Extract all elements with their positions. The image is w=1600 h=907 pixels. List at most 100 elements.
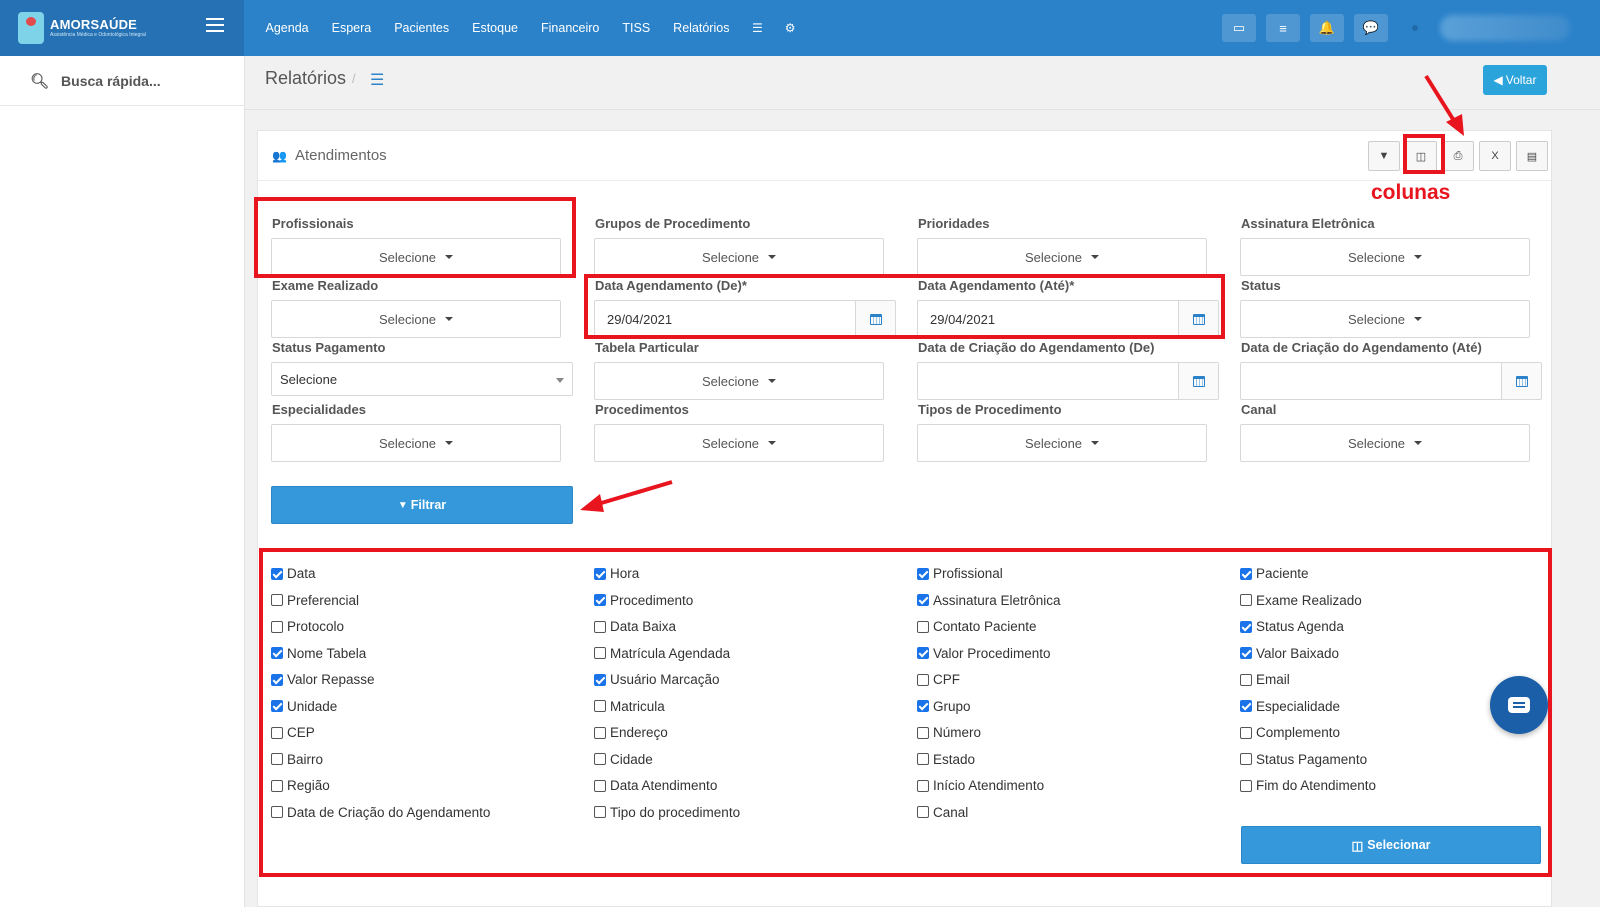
checkbox-checked-icon[interactable] xyxy=(917,567,929,580)
column-checkbox-item[interactable]: Tipo do procedimento xyxy=(594,805,740,820)
bell-icon[interactable]: 🔔 xyxy=(1310,14,1344,42)
list-icon[interactable]: ☰ xyxy=(370,70,384,90)
column-checkbox-item[interactable]: Exame Realizado xyxy=(1240,593,1362,608)
nav-pacientes[interactable]: Pacientes xyxy=(383,21,461,35)
checkbox-unchecked-icon[interactable] xyxy=(594,779,606,792)
select-columns-button[interactable]: ◫ Selecionar xyxy=(1241,826,1541,864)
column-checkbox-item[interactable]: Unidade xyxy=(271,699,337,714)
nav-agenda[interactable]: Agenda xyxy=(254,21,320,35)
column-checkbox-item[interactable]: Preferencial xyxy=(271,593,359,608)
excel-export-icon[interactable]: X xyxy=(1479,141,1511,171)
checkbox-unchecked-icon[interactable] xyxy=(917,726,929,739)
calendar-icon[interactable] xyxy=(1501,363,1541,399)
column-checkbox-item[interactable]: Paciente xyxy=(1240,566,1309,581)
chat-icon[interactable]: 💬 xyxy=(1354,14,1388,42)
tipos-select[interactable]: Selecione xyxy=(917,424,1207,462)
column-checkbox-item[interactable]: Grupo xyxy=(917,699,971,714)
column-checkbox-item[interactable]: Complemento xyxy=(1240,725,1340,740)
checkbox-checked-icon[interactable] xyxy=(271,567,283,580)
column-checkbox-item[interactable]: Valor Repasse xyxy=(271,672,375,687)
checkbox-unchecked-icon[interactable] xyxy=(1240,779,1252,792)
brand-name[interactable]: AMORSAÚDE Assistência Médica e Odontológ… xyxy=(50,18,146,38)
column-checkbox-item[interactable]: Bairro xyxy=(271,752,323,767)
column-checkbox-item[interactable]: Data Baixa xyxy=(594,619,676,634)
column-checkbox-item[interactable]: Data de Criação do Agendamento xyxy=(271,805,490,820)
data-ate-field[interactable]: 29/04/2021 xyxy=(917,300,1219,338)
checkbox-checked-icon[interactable] xyxy=(271,700,283,712)
checkbox-checked-icon[interactable] xyxy=(594,594,606,606)
checkbox-checked-icon[interactable] xyxy=(1240,700,1252,712)
list-icon[interactable]: ≡ xyxy=(1266,14,1300,42)
column-checkbox-item[interactable]: Matrícula Agendada xyxy=(594,646,730,661)
column-checkbox-item[interactable]: Número xyxy=(917,725,981,740)
column-checkbox-item[interactable]: Hora xyxy=(594,566,639,581)
checkbox-checked-icon[interactable] xyxy=(594,673,606,686)
checkbox-unchecked-icon[interactable] xyxy=(271,726,283,739)
status-select[interactable]: Selecione xyxy=(1240,300,1530,338)
column-checkbox-item[interactable]: Endereço xyxy=(594,725,668,740)
checkbox-unchecked-icon[interactable] xyxy=(917,673,929,686)
column-checkbox-item[interactable]: CEP xyxy=(271,725,315,740)
column-checkbox-item[interactable]: Valor Procedimento xyxy=(917,646,1051,661)
checkbox-unchecked-icon[interactable] xyxy=(271,594,283,606)
chat-widget-button[interactable] xyxy=(1490,676,1548,734)
filter-button[interactable]: ▼ Filtrar xyxy=(271,486,573,524)
checkbox-unchecked-icon[interactable] xyxy=(1240,726,1252,739)
inbox-icon[interactable]: ▭ xyxy=(1222,14,1256,42)
checkbox-checked-icon[interactable] xyxy=(917,700,929,712)
assinatura-select[interactable]: Selecione xyxy=(1240,238,1530,276)
criacao-ate-field[interactable] xyxy=(1240,362,1542,400)
checkbox-unchecked-icon[interactable] xyxy=(271,620,283,633)
checkbox-unchecked-icon[interactable] xyxy=(271,779,283,792)
checkbox-unchecked-icon[interactable] xyxy=(917,779,929,792)
tabela-select[interactable]: Selecione xyxy=(594,362,884,400)
checkbox-unchecked-icon[interactable] xyxy=(1240,673,1252,686)
columns-icon[interactable]: ◫ xyxy=(1405,141,1437,171)
column-checkbox-item[interactable]: Valor Baixado xyxy=(1240,646,1339,661)
checkbox-unchecked-icon[interactable] xyxy=(1240,753,1252,765)
procedimentos-select[interactable]: Selecione xyxy=(594,424,884,462)
data-de-field[interactable]: 29/04/2021 xyxy=(594,300,896,338)
user-profile-blurred[interactable] xyxy=(1440,15,1570,41)
checkbox-unchecked-icon[interactable] xyxy=(594,753,606,765)
calendar-icon[interactable] xyxy=(1178,363,1218,399)
status-pagamento-select[interactable]: Selecione xyxy=(271,362,573,396)
gear-icon[interactable]: ⚙ xyxy=(774,21,807,35)
column-checkbox-item[interactable]: Protocolo xyxy=(271,619,344,634)
menu-toggle-icon[interactable] xyxy=(206,18,224,32)
grupos-select[interactable]: Selecione xyxy=(594,238,884,276)
column-checkbox-item[interactable]: Status Agenda xyxy=(1240,619,1344,634)
database-icon[interactable]: ☰ xyxy=(741,21,774,35)
column-checkbox-item[interactable]: Usuário Marcação xyxy=(594,672,720,687)
nav-relatorios[interactable]: Relatórios xyxy=(662,21,741,35)
pdf-export-icon[interactable]: ▤ xyxy=(1516,141,1548,171)
back-button[interactable]: ◀ Voltar xyxy=(1483,65,1547,95)
checkbox-unchecked-icon[interactable] xyxy=(271,806,283,818)
column-checkbox-item[interactable]: Data xyxy=(271,566,316,581)
column-checkbox-item[interactable]: Estado xyxy=(917,752,975,767)
prioridades-select[interactable]: Selecione xyxy=(917,238,1207,276)
checkbox-unchecked-icon[interactable] xyxy=(594,647,606,659)
checkbox-unchecked-icon[interactable] xyxy=(1240,594,1252,606)
column-checkbox-item[interactable]: Fim do Atendimento xyxy=(1240,778,1376,793)
checkbox-checked-icon[interactable] xyxy=(594,567,606,580)
column-checkbox-item[interactable]: CPF xyxy=(917,672,960,687)
quick-search[interactable]: 🔍︎ Busca rápida... xyxy=(0,56,244,106)
checkbox-unchecked-icon[interactable] xyxy=(594,806,606,818)
exame-select[interactable]: Selecione xyxy=(271,300,561,338)
column-checkbox-item[interactable]: Especialidade xyxy=(1240,699,1340,714)
column-checkbox-item[interactable]: Email xyxy=(1240,672,1290,687)
checkbox-unchecked-icon[interactable] xyxy=(594,700,606,712)
checkbox-checked-icon[interactable] xyxy=(271,673,283,686)
especialidades-select[interactable]: Selecione xyxy=(271,424,561,462)
column-checkbox-item[interactable]: Nome Tabela xyxy=(271,646,366,661)
checkbox-unchecked-icon[interactable] xyxy=(917,753,929,765)
checkbox-checked-icon[interactable] xyxy=(271,647,283,659)
checkbox-checked-icon[interactable] xyxy=(1240,567,1252,580)
criacao-de-field[interactable] xyxy=(917,362,1219,400)
nav-financeiro[interactable]: Financeiro xyxy=(530,21,611,35)
print-icon[interactable]: ⎙ xyxy=(1442,141,1474,171)
column-checkbox-item[interactable]: Canal xyxy=(917,805,968,820)
checkbox-unchecked-icon[interactable] xyxy=(917,620,929,633)
checkbox-unchecked-icon[interactable] xyxy=(917,806,929,818)
